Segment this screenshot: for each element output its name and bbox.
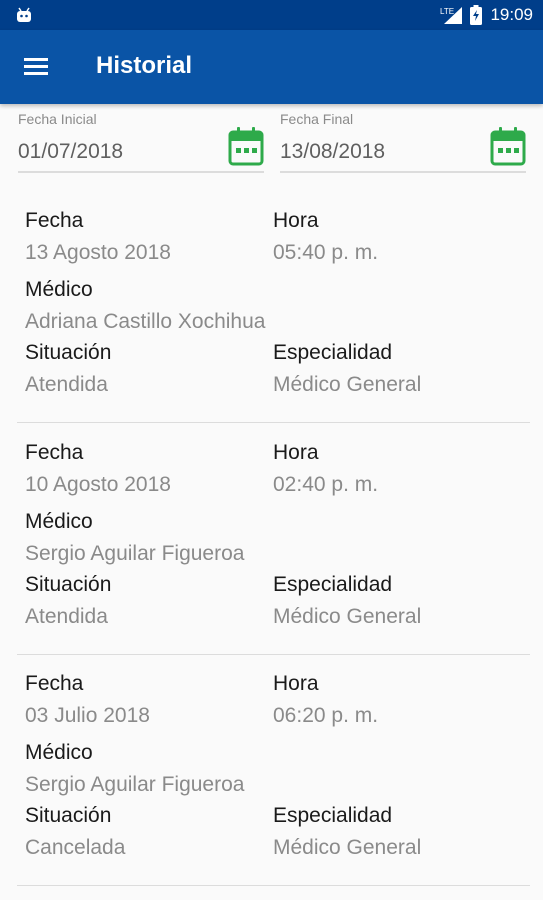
start-date-underline bbox=[18, 171, 264, 173]
status-label: Situación bbox=[25, 573, 112, 596]
date-value: 03 Julio 2018 bbox=[25, 704, 150, 727]
divider bbox=[17, 422, 530, 423]
battery-icon bbox=[470, 5, 483, 25]
end-date-label: Fecha Final bbox=[280, 111, 354, 127]
time-value: 05:40 p. m. bbox=[273, 241, 379, 264]
time-label: Hora bbox=[273, 441, 319, 464]
time-value: 02:40 p. m. bbox=[273, 473, 379, 496]
svg-text:LTE: LTE bbox=[440, 7, 454, 16]
start-date-label: Fecha Inicial bbox=[18, 111, 97, 127]
android-icon bbox=[17, 7, 31, 22]
status-label: Situación bbox=[25, 804, 112, 827]
doctor-value: Sergio Aguilar Figueroa bbox=[25, 542, 245, 565]
hamburger-menu-icon[interactable] bbox=[22, 54, 50, 80]
specialty-label: Especialidad bbox=[273, 804, 393, 827]
specialty-label: Especialidad bbox=[273, 341, 393, 364]
status-value: Cancelada bbox=[25, 836, 126, 859]
specialty-value: Médico General bbox=[273, 836, 422, 859]
end-date-underline bbox=[280, 171, 526, 173]
status-bar: LTE 19:09 bbox=[0, 0, 543, 30]
specialty-value: Médico General bbox=[273, 605, 422, 628]
specialty-label: Especialidad bbox=[273, 573, 393, 596]
date-value: 10 Agosto 2018 bbox=[25, 473, 171, 496]
clock: 19:09 bbox=[490, 5, 533, 24]
doctor-label: Médico bbox=[25, 278, 93, 301]
date-label: Fecha bbox=[25, 672, 84, 695]
calendar-icon[interactable] bbox=[490, 126, 526, 166]
start-date-value[interactable]: 01/07/2018 bbox=[18, 140, 123, 164]
doctor-value: Sergio Aguilar Figueroa bbox=[25, 773, 245, 796]
date-value: 13 Agosto 2018 bbox=[25, 241, 171, 264]
doctor-label: Médico bbox=[25, 741, 93, 764]
end-date-value[interactable]: 13/08/2018 bbox=[280, 140, 385, 164]
app-bar: Historial bbox=[0, 30, 543, 104]
specialty-value: Médico General bbox=[273, 373, 422, 396]
history-record[interactable]: Fecha Hora 03 Julio 2018 06:20 p. m. Méd… bbox=[0, 665, 543, 895]
time-label: Hora bbox=[273, 209, 319, 232]
doctor-value: Adriana Castillo Xochihua bbox=[25, 310, 266, 333]
time-label: Hora bbox=[273, 672, 319, 695]
date-label: Fecha bbox=[25, 441, 84, 464]
history-record[interactable]: Fecha Hora 13 Agosto 2018 05:40 p. m. Mé… bbox=[0, 202, 543, 432]
signal-icon: LTE bbox=[440, 7, 463, 24]
status-label: Situación bbox=[25, 341, 112, 364]
status-value: Atendida bbox=[25, 605, 108, 628]
time-value: 06:20 p. m. bbox=[273, 704, 379, 727]
history-record[interactable]: Fecha Hora 10 Agosto 2018 02:40 p. m. Mé… bbox=[0, 434, 543, 664]
calendar-icon[interactable] bbox=[228, 126, 264, 166]
page-title: Historial bbox=[96, 52, 193, 79]
status-value: Atendida bbox=[25, 373, 108, 396]
divider bbox=[17, 885, 530, 886]
divider bbox=[17, 654, 530, 655]
end-date-field[interactable]: Fecha Final 13/08/2018 bbox=[280, 108, 526, 174]
start-date-field[interactable]: Fecha Inicial 01/07/2018 bbox=[18, 108, 264, 174]
date-label: Fecha bbox=[25, 209, 84, 232]
doctor-label: Médico bbox=[25, 510, 93, 533]
